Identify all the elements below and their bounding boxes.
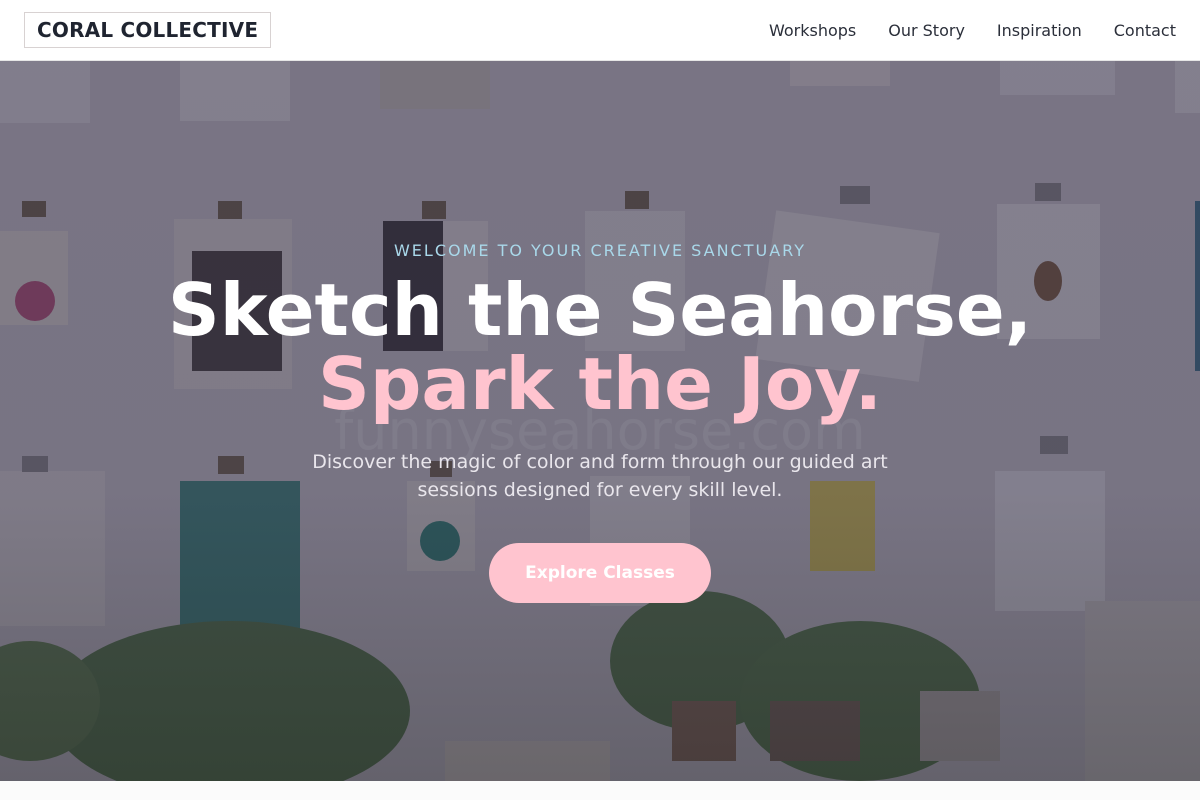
nav-link-inspiration[interactable]: Inspiration (997, 21, 1082, 40)
nav-link-our-story[interactable]: Our Story (888, 21, 965, 40)
explore-classes-button[interactable]: Explore Classes (489, 543, 711, 603)
site-logo[interactable]: CORAL COLLECTIVE (24, 12, 272, 48)
site-header: CORAL COLLECTIVE Workshops Our Story Ins… (0, 0, 1200, 61)
hero-content: WELCOME TO YOUR CREATIVE SANCTUARY Sketc… (0, 61, 1200, 781)
hero-title: Sketch the Seahorse, Spark the Joy. (0, 273, 1200, 421)
hero-title-line2: Spark the Joy. (318, 342, 882, 426)
hero-section: funnyseahorse.com WELCOME TO YOUR CREATI… (0, 61, 1200, 781)
main-nav: Workshops Our Story Inspiration Contact (769, 21, 1176, 40)
hero-eyebrow: WELCOME TO YOUR CREATIVE SANCTUARY (393, 241, 807, 260)
hero-title-line1: Sketch the Seahorse, (167, 268, 1033, 352)
nav-link-contact[interactable]: Contact (1114, 21, 1176, 40)
nav-link-workshops[interactable]: Workshops (769, 21, 856, 40)
hero-subtitle: Discover the magic of color and form thr… (312, 451, 888, 501)
